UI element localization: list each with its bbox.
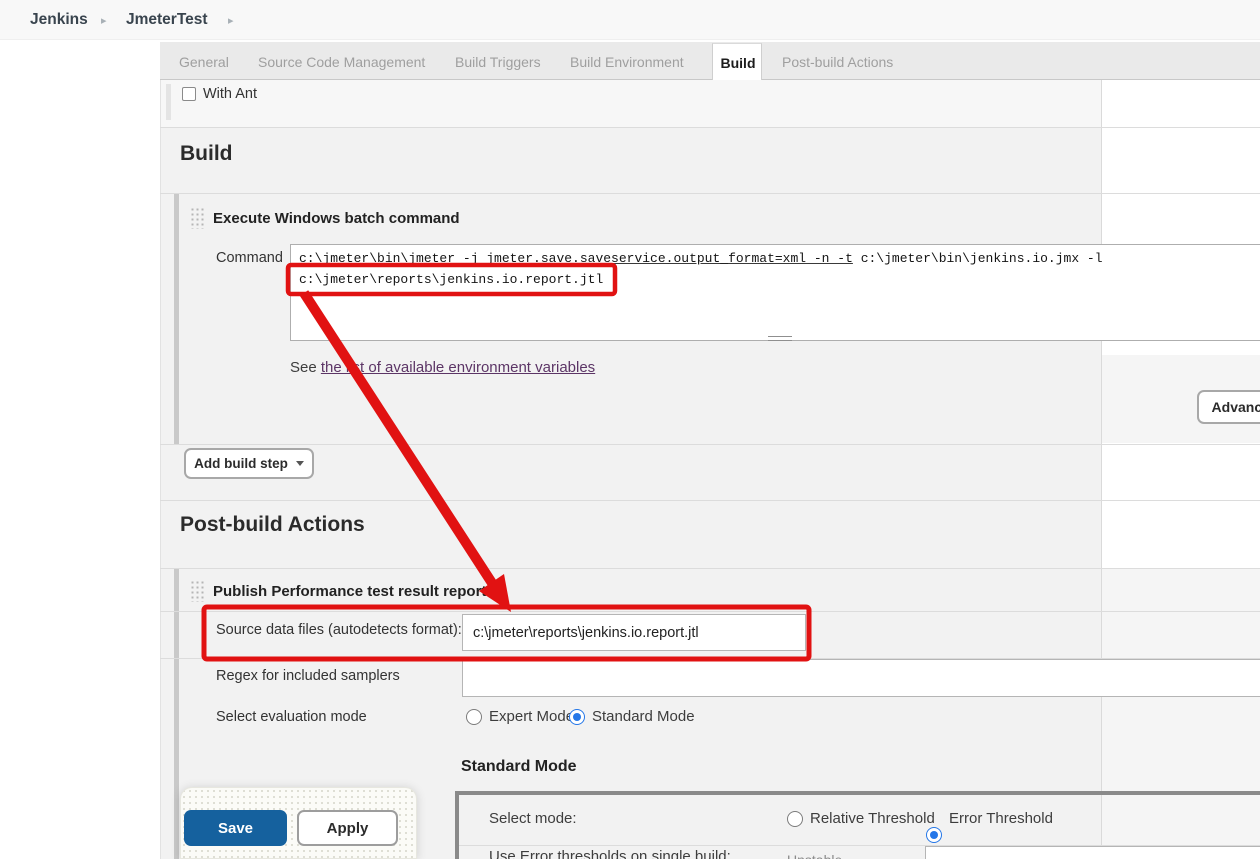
tab-build-environment[interactable]: Build Environment [570,54,684,70]
command-textarea[interactable]: c:\jmeter\bin\jmeter -j jmeter.save.save… [290,244,1260,341]
command-label: Command [216,250,283,266]
source-files-input[interactable]: c:\jmeter\reports\jenkins.io.report.jtl [462,614,806,651]
with-ant-label: With Ant [203,86,257,102]
command-line1-underlined: c:\jmeter\bin\jmeter -j jmeter.save.save… [299,251,853,266]
indent-strip [166,84,171,120]
apply-button-label: Apply [327,820,369,837]
unstable-label: Unstable [787,852,842,859]
jenkins-config-page: Jenkins ▸ JmeterTest ▸ General Source Co… [0,0,1260,859]
divider [160,444,1260,445]
error-threshold-radio[interactable] [926,827,942,843]
with-ant-checkbox[interactable] [182,87,196,101]
divider [160,193,1260,194]
apply-button[interactable]: Apply [297,810,398,846]
breadcrumb-jmetertest[interactable]: JmeterTest [126,11,208,29]
unstable-threshold-input[interactable] [925,846,1260,859]
breadcrumb: Jenkins ▸ JmeterTest ▸ [0,0,1260,40]
breadcrumb-chevron-icon: ▸ [101,14,107,27]
column-divider [1101,80,1102,859]
expert-mode-radio[interactable] [466,709,482,725]
error-threshold-label: Error Threshold [949,810,1053,827]
command-line2: c:\jmeter\reports\jenkins.io.report.jtl [299,272,603,287]
drag-grip-icon[interactable] [190,207,204,229]
post-build-step-drag-bar[interactable] [174,569,179,859]
divider [160,611,1260,612]
source-files-value: c:\jmeter\reports\jenkins.io.report.jtl [473,625,699,641]
relative-threshold-label: Relative Threshold [810,810,935,827]
standard-mode-label: Standard Mode [592,708,695,725]
tab-general[interactable]: General [179,54,229,70]
tab-post-build-actions[interactable]: Post-build Actions [782,54,893,70]
standard-mode-box-border [455,791,1260,795]
build-step-title: Execute Windows batch command [213,210,460,227]
tab-source-code-management[interactable]: Source Code Management [258,54,425,70]
env-hint-prefix: See [290,359,321,376]
breadcrumb-chevron-icon: ▸ [228,14,234,27]
add-build-step-button[interactable]: Add build step [184,448,314,479]
save-button[interactable]: Save [184,810,287,846]
post-build-step-title: Publish Performance test result report [213,583,486,600]
evaluation-mode-label: Select evaluation mode [216,709,367,725]
breadcrumb-jenkins[interactable]: Jenkins [30,11,88,29]
save-button-label: Save [218,820,253,837]
build-section-heading: Build [180,142,233,166]
advanced-button[interactable]: Advanced [1197,390,1260,424]
regex-samplers-label: Regex for included samplers [216,668,400,684]
source-files-label: Source data files (autodetects format): [216,622,462,638]
post-build-section-heading: Post-build Actions [180,513,365,537]
build-step-drag-bar[interactable] [174,194,179,444]
divider [160,568,1260,569]
right-column-row [1102,697,1260,859]
standard-mode-box-border [455,791,459,859]
divider [160,127,1260,128]
env-variables-link[interactable]: the list of available environment variab… [321,359,595,376]
env-hint: See the list of available environment va… [290,359,595,376]
drag-grip-icon[interactable] [190,580,204,602]
advanced-button-label: Advanced [1212,399,1260,415]
expert-mode-label: Expert Mode [489,708,574,725]
standard-mode-heading: Standard Mode [461,758,577,776]
with-ant-row [161,80,1101,127]
add-build-step-label: Add build step [194,456,288,471]
single-build-thresholds-label: Use Error thresholds on single build: [489,848,731,859]
textarea-resize-handle[interactable] [768,336,792,341]
regex-samplers-input[interactable] [462,659,1260,697]
command-line1-rest: c:\jmeter\bin\jenkins.io.jmx -l [853,251,1103,266]
chevron-down-icon [296,461,304,466]
tab-build-label: Build [713,55,763,71]
relative-threshold-radio[interactable] [787,811,803,827]
select-mode-label: Select mode: [489,810,577,827]
standard-mode-radio[interactable] [569,709,585,725]
tab-build-triggers[interactable]: Build Triggers [455,54,541,70]
divider [160,500,1260,501]
right-column-row [1102,568,1260,659]
